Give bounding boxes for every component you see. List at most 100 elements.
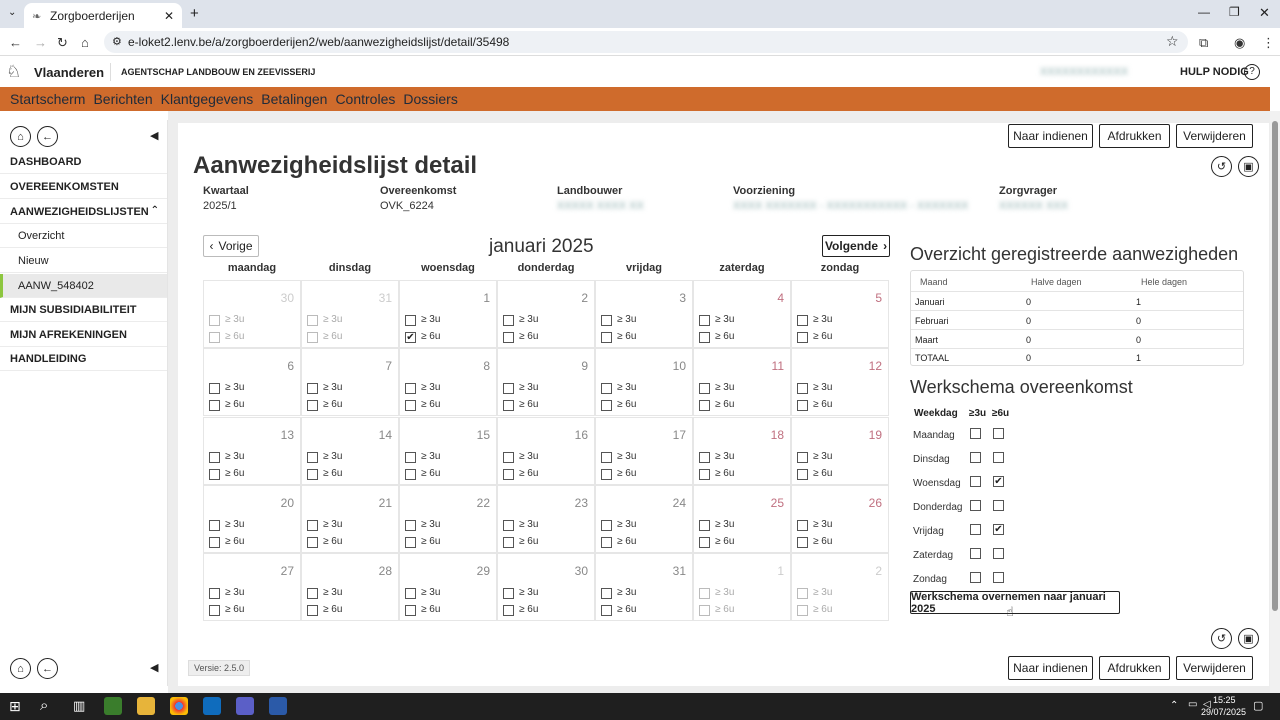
checkbox-3u[interactable]: [601, 452, 612, 463]
checkbox-3u[interactable]: [797, 315, 808, 326]
outlook-icon[interactable]: [203, 697, 221, 715]
sidebar-item-aanwezigheidslijsten[interactable]: AANWEZIGHEIDSLIJSTEN ⌃: [0, 200, 167, 224]
checkbox-3u[interactable]: [797, 452, 808, 463]
checkbox-3u[interactable]: [601, 520, 612, 531]
checkbox-3u[interactable]: [405, 452, 416, 463]
tab-list-icon[interactable]: ⌄: [8, 7, 16, 18]
checkbox-6u[interactable]: [699, 537, 710, 548]
minimize-icon[interactable]: —: [1198, 5, 1210, 19]
schedule-checkbox-3u[interactable]: [970, 428, 981, 439]
checkbox-3u[interactable]: [699, 588, 710, 599]
checkbox-3u[interactable]: [307, 452, 318, 463]
teams-icon[interactable]: [236, 697, 254, 715]
checkbox-3u[interactable]: [797, 520, 808, 531]
browser-tab[interactable]: ❧ Zorgboerderijen ✕: [24, 3, 182, 28]
checkbox-6u[interactable]: [307, 332, 318, 343]
network-icon[interactable]: ▭: [1188, 699, 1197, 710]
checkbox-3u[interactable]: [503, 588, 514, 599]
checkbox-6u[interactable]: [797, 537, 808, 548]
sidebar-item-afrekeningen[interactable]: MIJN AFREKENINGEN: [0, 323, 167, 347]
task-view-icon[interactable]: ▥: [73, 698, 85, 714]
apply-schedule-button[interactable]: Werkschema overnemen naar januari 2025: [910, 591, 1120, 615]
help-icon[interactable]: ?: [1244, 64, 1260, 80]
checkbox-6u[interactable]: [601, 605, 612, 616]
checkbox-6u[interactable]: [405, 605, 416, 616]
bookmark-star-icon[interactable]: ☆: [1166, 33, 1179, 50]
previous-month-button[interactable]: ‹ Vorige: [203, 235, 259, 257]
checkbox-6u[interactable]: ✔: [405, 332, 416, 343]
checkbox-3u[interactable]: [307, 588, 318, 599]
schedule-checkbox-6u[interactable]: [993, 572, 1004, 583]
sidebar-item-subsidiabiliteit[interactable]: MIJN SUBSIDIABILITEIT: [0, 298, 167, 322]
forward-icon[interactable]: →: [34, 35, 47, 50]
collapse-sidebar-icon[interactable]: ◀: [150, 129, 158, 142]
delete-button[interactable]: Verwijderen: [1176, 124, 1253, 148]
checkbox-6u[interactable]: [601, 469, 612, 480]
chrome-icon[interactable]: [170, 697, 188, 715]
checkbox-6u[interactable]: [209, 332, 220, 343]
checkbox-6u[interactable]: [307, 605, 318, 616]
extensions-icon[interactable]: ⧉: [1199, 35, 1208, 51]
schedule-checkbox-6u[interactable]: [993, 452, 1004, 463]
checkbox-3u[interactable]: [307, 315, 318, 326]
submit-button-bottom[interactable]: Naar indienen: [1008, 656, 1093, 680]
checkbox-3u[interactable]: [209, 520, 220, 531]
delete-button-bottom[interactable]: Verwijderen: [1176, 656, 1253, 680]
checkbox-3u[interactable]: [405, 383, 416, 394]
checkbox-3u[interactable]: [699, 452, 710, 463]
checkbox-6u[interactable]: [307, 400, 318, 411]
submit-button[interactable]: Naar indienen: [1008, 124, 1093, 148]
sidebar-home-icon[interactable]: ⌂: [10, 126, 31, 147]
checkbox-6u[interactable]: [601, 537, 612, 548]
checkbox-3u[interactable]: [209, 452, 220, 463]
sidebar-back-icon[interactable]: ←: [37, 126, 58, 147]
collapse-sidebar-icon-bottom[interactable]: ◀: [150, 661, 158, 674]
schedule-checkbox-6u[interactable]: [993, 548, 1004, 559]
sidebar-back-icon-bottom[interactable]: ←: [37, 658, 58, 679]
checkbox-6u[interactable]: [699, 605, 710, 616]
schedule-checkbox-3u[interactable]: [970, 500, 981, 511]
sidebar-item-handleiding[interactable]: HANDLEIDING: [0, 347, 167, 371]
sidebar-item-overzicht[interactable]: Overzicht: [0, 224, 167, 248]
checkbox-6u[interactable]: [797, 605, 808, 616]
taskbar-time[interactable]: 15:25: [1213, 695, 1236, 705]
scrollbar-thumb[interactable]: [1272, 121, 1278, 611]
checkbox-6u[interactable]: [405, 469, 416, 480]
schedule-checkbox-3u[interactable]: [970, 572, 981, 583]
home-icon[interactable]: ⌂: [81, 35, 89, 50]
checkbox-3u[interactable]: [503, 520, 514, 531]
nav-klantgegevens[interactable]: Klantgegevens: [161, 91, 254, 107]
nav-controles[interactable]: Controles: [335, 91, 395, 107]
schedule-checkbox-6u[interactable]: ✔: [993, 476, 1004, 487]
print-button[interactable]: Afdrukken: [1099, 124, 1170, 148]
checkbox-6u[interactable]: [601, 332, 612, 343]
checkbox-6u[interactable]: [601, 400, 612, 411]
checkbox-6u[interactable]: [503, 605, 514, 616]
undo-icon-bottom[interactable]: ↺: [1211, 628, 1232, 649]
reload-icon[interactable]: ↻: [57, 35, 68, 51]
checkbox-6u[interactable]: [797, 469, 808, 480]
sidebar-item-nieuw[interactable]: Nieuw: [0, 249, 167, 273]
checkbox-6u[interactable]: [699, 332, 710, 343]
next-month-button[interactable]: Volgende ›: [822, 235, 890, 257]
checkbox-3u[interactable]: [699, 315, 710, 326]
word-icon[interactable]: [269, 697, 287, 715]
checkbox-3u[interactable]: [797, 588, 808, 599]
checkbox-6u[interactable]: [503, 400, 514, 411]
checkbox-6u[interactable]: [209, 605, 220, 616]
checkbox-6u[interactable]: [209, 469, 220, 480]
checkbox-3u[interactable]: [209, 588, 220, 599]
brand-name[interactable]: Vlaanderen: [34, 65, 104, 80]
checkbox-6u[interactable]: [699, 400, 710, 411]
schedule-checkbox-3u[interactable]: [970, 524, 981, 535]
profile-icon[interactable]: ◉: [1234, 35, 1245, 51]
restore-icon[interactable]: ❐: [1229, 5, 1240, 19]
schedule-checkbox-3u[interactable]: [970, 476, 981, 487]
gis-app-icon[interactable]: [104, 697, 122, 715]
user-name[interactable]: XXXXXXXXXXXX: [1040, 66, 1128, 78]
notifications-icon[interactable]: ▢: [1253, 699, 1263, 712]
checkbox-3u[interactable]: [699, 520, 710, 531]
save-icon-bottom[interactable]: ▣: [1238, 628, 1259, 649]
checkbox-3u[interactable]: [405, 588, 416, 599]
close-window-icon[interactable]: ✕: [1259, 5, 1270, 21]
